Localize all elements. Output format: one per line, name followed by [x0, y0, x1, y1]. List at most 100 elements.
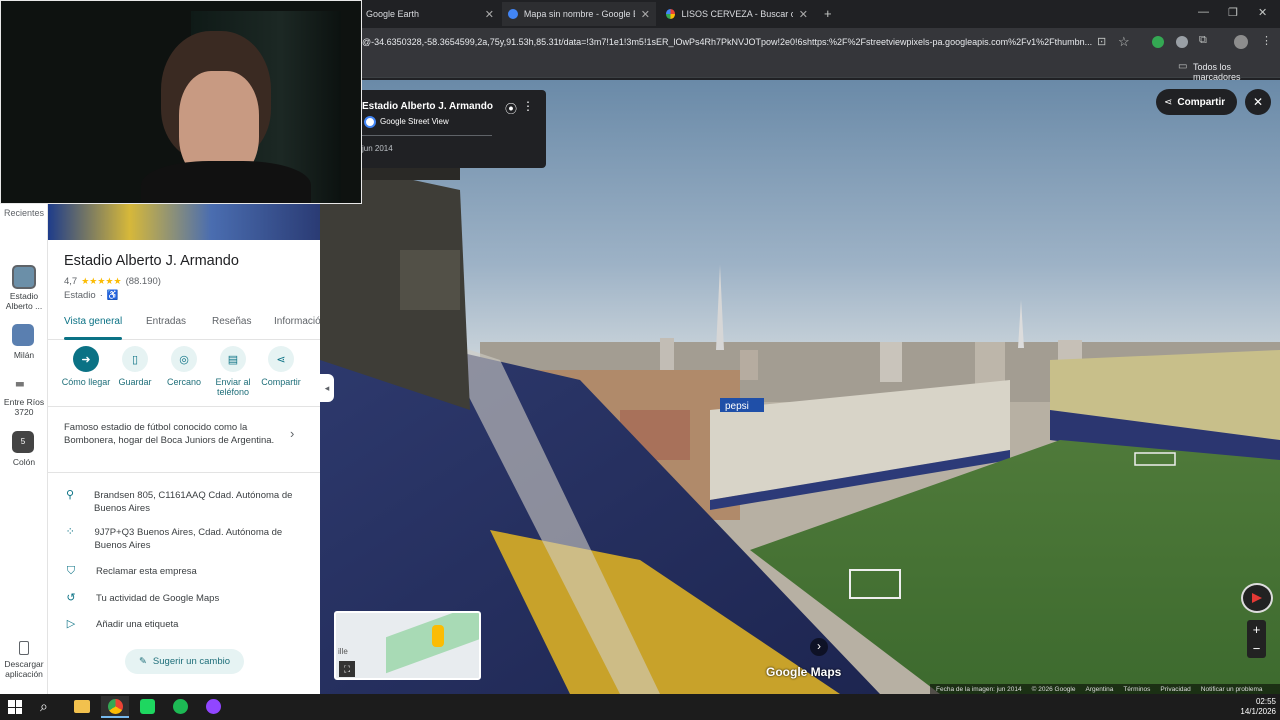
activity-text: Tu actividad de Google Maps	[96, 593, 220, 604]
review-count[interactable]: (88.190)	[126, 276, 161, 287]
maps-left-rail: Recientes Estadio Alberto ... Milán ▃ En…	[0, 204, 48, 694]
place-description[interactable]: Famoso estadio de fútbol conocido como l…	[64, 421, 294, 447]
suggest-edit-button[interactable]: ✎ Sugerir un cambio	[125, 649, 244, 674]
zoom-out-button[interactable]: −	[1247, 639, 1266, 658]
recent-label-colon[interactable]: Colón	[2, 457, 46, 467]
recent-thumb-milan[interactable]	[12, 324, 34, 346]
clock-date: 14/1/2026	[1240, 707, 1276, 716]
street-view-canvas[interactable]: pepsi	[320, 80, 1280, 694]
zoom-controls: + −	[1247, 620, 1266, 658]
nearby-button[interactable]: ◎ Cercano	[158, 346, 210, 387]
nearby-label: Cercano	[166, 377, 202, 387]
bookmark-star-icon[interactable]: ☆	[1118, 34, 1130, 50]
claim-business-row[interactable]: ⛉ Reclamar esta empresa	[64, 565, 314, 578]
send-to-phone-icon: ▤	[220, 346, 246, 372]
panel-share-button[interactable]: ⋖ Compartir	[255, 346, 307, 387]
directions-button[interactable]: ➜ Cómo llegar	[60, 346, 112, 387]
place-title: Estadio Alberto J. Armando	[362, 101, 493, 112]
search-icon[interactable]: ⌕	[40, 698, 48, 715]
directions-icon: ➜	[73, 346, 99, 372]
recent-label-estadio[interactable]: Estadio Alberto ...	[2, 291, 46, 311]
save-button[interactable]: ▯ Guardar	[109, 346, 161, 387]
send-to-phone-button[interactable]: ▤ Enviar al teléfono	[207, 346, 259, 397]
place-hero-photo[interactable]	[48, 204, 320, 240]
recent-label-milan[interactable]: Milán	[2, 350, 46, 360]
privacy-link[interactable]: Privacidad	[1160, 686, 1190, 693]
windows-taskbar: ⌕ 02:55 14/1/2026	[0, 694, 1280, 720]
divider	[362, 135, 492, 136]
close-street-view-button[interactable]: ✕	[1245, 89, 1271, 115]
share-icon: ⋖	[1164, 96, 1173, 108]
tab-resenas[interactable]: Reseñas	[212, 316, 251, 327]
webcam-overlay	[0, 0, 362, 204]
report-problem-link[interactable]: Notificar un problema	[1201, 686, 1263, 693]
car-icon: ▃	[16, 376, 24, 387]
close-tab-icon[interactable]: ✕	[799, 8, 808, 21]
close-window-icon[interactable]: ✕	[1258, 6, 1267, 19]
pepsi-billboard-text: pepsi	[725, 401, 749, 412]
plus-code-row[interactable]: ⁘ 9J7P+Q3 Buenos Aires, Cdad. Autónoma d…	[64, 526, 314, 552]
spotify-icon[interactable]	[173, 699, 188, 714]
file-explorer-icon[interactable]	[74, 700, 90, 713]
pencil-icon: ✎	[138, 656, 147, 667]
tab-lisos-cerveza[interactable]: LISOS CERVEZA - Buscar con Google ✕	[660, 2, 814, 26]
google-logo-icon	[364, 116, 376, 128]
system-clock[interactable]: 02:55 14/1/2026	[1230, 697, 1276, 717]
url-field[interactable]: @-34.6350328,-58.3654599,2a,75y,91.53h,8…	[362, 37, 1097, 49]
pegman-icon[interactable]	[432, 625, 444, 647]
add-label-row[interactable]: ▷ Añadir una etiqueta	[64, 618, 314, 631]
close-tab-icon[interactable]: ✕	[485, 8, 494, 21]
directions-label: Cómo llegar	[61, 377, 111, 387]
install-icon[interactable]: ⊡	[1097, 35, 1106, 48]
discord-icon[interactable]	[206, 699, 221, 714]
profile-avatar[interactable]	[1234, 35, 1248, 49]
panel-share-label: Compartir	[261, 377, 301, 387]
windows-start-icon[interactable]	[8, 700, 22, 714]
tab-mapa-sin-nombre[interactable]: Mapa sin nombre - Google Earth ✕	[502, 2, 656, 26]
chrome-taskbar-button[interactable]	[101, 696, 129, 718]
all-bookmarks-link[interactable]: Todos los marcadores	[1193, 62, 1280, 82]
accessibility-icon: ♿	[106, 290, 119, 301]
country-link[interactable]: Argentina	[1085, 686, 1113, 693]
minimize-icon[interactable]: —	[1198, 6, 1209, 18]
download-app-link[interactable]: Descargar aplicación	[0, 659, 48, 679]
close-tab-icon[interactable]: ✕	[641, 8, 650, 21]
zoom-in-button[interactable]: +	[1247, 620, 1266, 639]
nearby-icon: ◎	[171, 346, 197, 372]
recent-thumb-estadio[interactable]	[12, 265, 36, 289]
copyright-label: © 2026 Google	[1031, 685, 1076, 693]
place-tabs: Vista general Entradas Reseñas Informaci…	[48, 308, 320, 340]
recent-thumb-colon[interactable]: 5	[12, 431, 34, 453]
extension-icon[interactable]	[1176, 36, 1188, 48]
capture-date[interactable]: jun 2014	[362, 144, 393, 153]
place-category[interactable]: Estadio	[64, 290, 96, 301]
new-tab-button[interactable]: +	[824, 6, 832, 21]
minimap[interactable]: ille ⛶	[334, 611, 481, 680]
share-button[interactable]: ⋖ Compartir	[1156, 89, 1237, 115]
app-icon[interactable]	[140, 699, 155, 714]
recents-label[interactable]: Recientes	[4, 208, 44, 219]
terms-link[interactable]: Términos	[1123, 686, 1150, 693]
compass-icon[interactable]	[1241, 583, 1273, 613]
recent-label-entre-rios[interactable]: Entre Ríos 3720	[2, 397, 46, 417]
divider	[48, 406, 320, 407]
fullscreen-map-icon[interactable]: ⛶	[339, 661, 355, 677]
chevron-right-icon[interactable]: ›	[290, 426, 294, 441]
extensions-puzzle-icon[interactable]: ⧉	[1199, 34, 1207, 47]
tab-entradas[interactable]: Entradas	[146, 316, 186, 327]
history-icon: ↺	[66, 592, 76, 604]
extension-icon[interactable]	[1152, 36, 1164, 48]
collapse-panel-button[interactable]: ◂	[320, 374, 334, 402]
map-pin-icon[interactable]: ⦿	[505, 100, 517, 117]
tab-google-earth[interactable]: Google Earth ✕	[360, 2, 500, 26]
maximize-icon[interactable]: ❐	[1228, 6, 1238, 19]
next-arrow-icon[interactable]: ›	[810, 638, 828, 656]
more-options-icon[interactable]: ⋮	[522, 99, 534, 113]
save-label: Guardar	[118, 377, 152, 387]
tab-vista-general[interactable]: Vista general	[64, 316, 122, 327]
tab-title: Google Earth	[366, 9, 420, 19]
menu-kebab-icon[interactable]: ⋮	[1261, 34, 1272, 47]
activity-row[interactable]: ↺ Tu actividad de Google Maps	[64, 592, 314, 605]
address-row[interactable]: ⚲ Brandsen 805, C1161AAQ Cdad. Autónoma …	[64, 489, 314, 515]
tab-informacion[interactable]: Información	[274, 316, 320, 327]
